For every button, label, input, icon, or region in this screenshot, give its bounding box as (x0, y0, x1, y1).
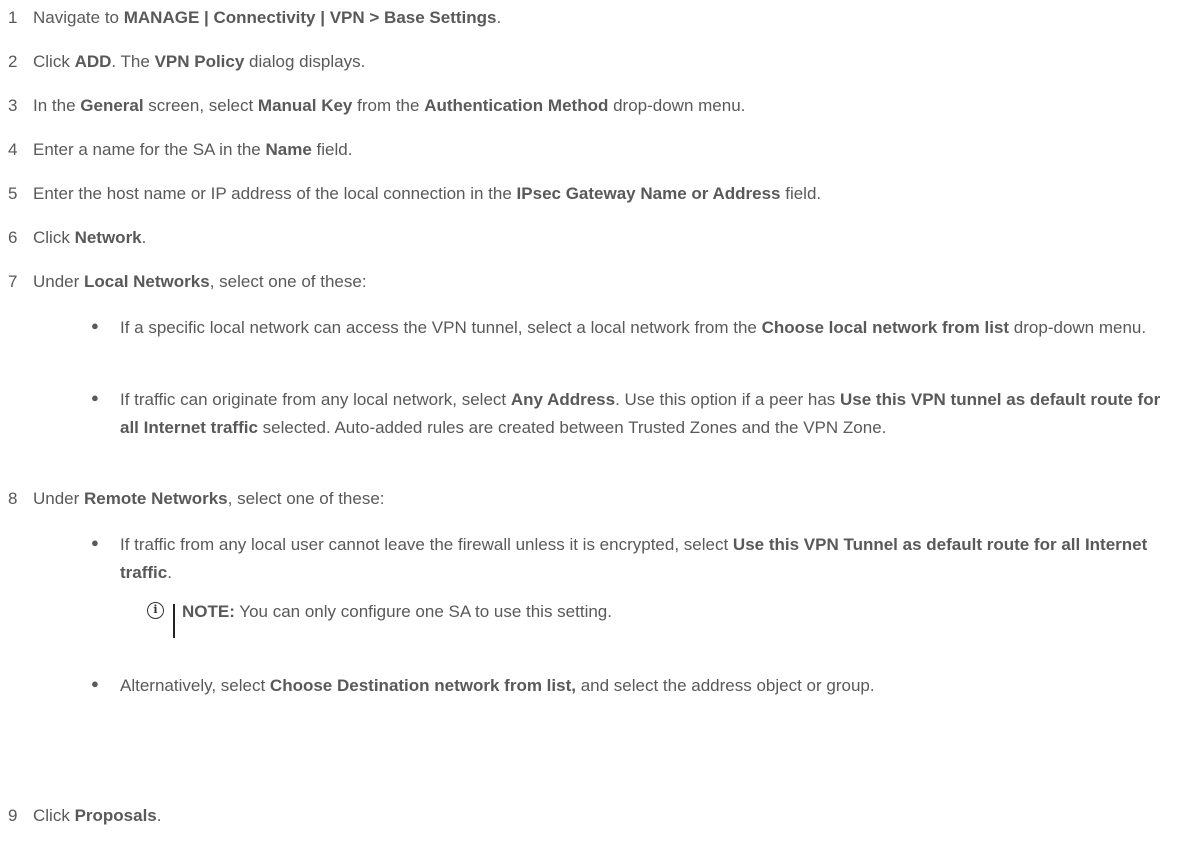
bullet-text: If traffic can originate from any local … (120, 390, 1161, 437)
step-text: Click Proposals. (33, 806, 162, 825)
step-text: Click ADD. The VPN Policy dialog display… (33, 52, 366, 71)
bullet-icon: ● (91, 535, 99, 550)
bullet-icon: ● (91, 676, 99, 691)
bullet-text: If a specific local network can access t… (120, 318, 1147, 337)
bullet-icon: ● (91, 390, 99, 405)
step-text: Click Network. (33, 228, 147, 247)
list-item: ● If traffic from any local user cannot … (68, 531, 1168, 587)
bullet-text: If traffic from any local user cannot le… (120, 535, 1148, 582)
step-text: Enter the host name or IP address of the… (33, 184, 822, 203)
step-number: 8 (8, 489, 18, 508)
step-text: In the General screen, select Manual Key… (33, 96, 746, 115)
bullet-icon: ● (91, 318, 99, 333)
step-number: 5 (8, 184, 18, 203)
note-text: NOTE: You can only configure one SA to u… (182, 602, 612, 621)
step-text: Enter a name for the SA in the Name fiel… (33, 140, 353, 159)
list-item: ● If a specific local network can access… (68, 314, 1168, 370)
info-icon: i (147, 602, 164, 619)
step-number: 9 (8, 806, 18, 825)
step-text: Navigate to MANAGE | Connectivity | VPN … (33, 8, 502, 27)
list-item: ● Alternatively, select Choose Destinati… (68, 672, 1168, 728)
step-text: Under Local Networks, select one of thes… (33, 272, 367, 291)
step-number: 4 (8, 140, 18, 159)
step-number: 1 (8, 8, 18, 27)
step-number: 3 (8, 96, 18, 115)
step-number: 7 (8, 272, 18, 291)
step-number: 6 (8, 228, 18, 247)
note-divider (173, 604, 175, 638)
list-item: ● If traffic can originate from any loca… (68, 386, 1168, 470)
step-text: Under Remote Networks, select one of the… (33, 489, 385, 508)
bullet-text: Alternatively, select Choose Destination… (120, 676, 875, 695)
step-number: 2 (8, 52, 18, 71)
